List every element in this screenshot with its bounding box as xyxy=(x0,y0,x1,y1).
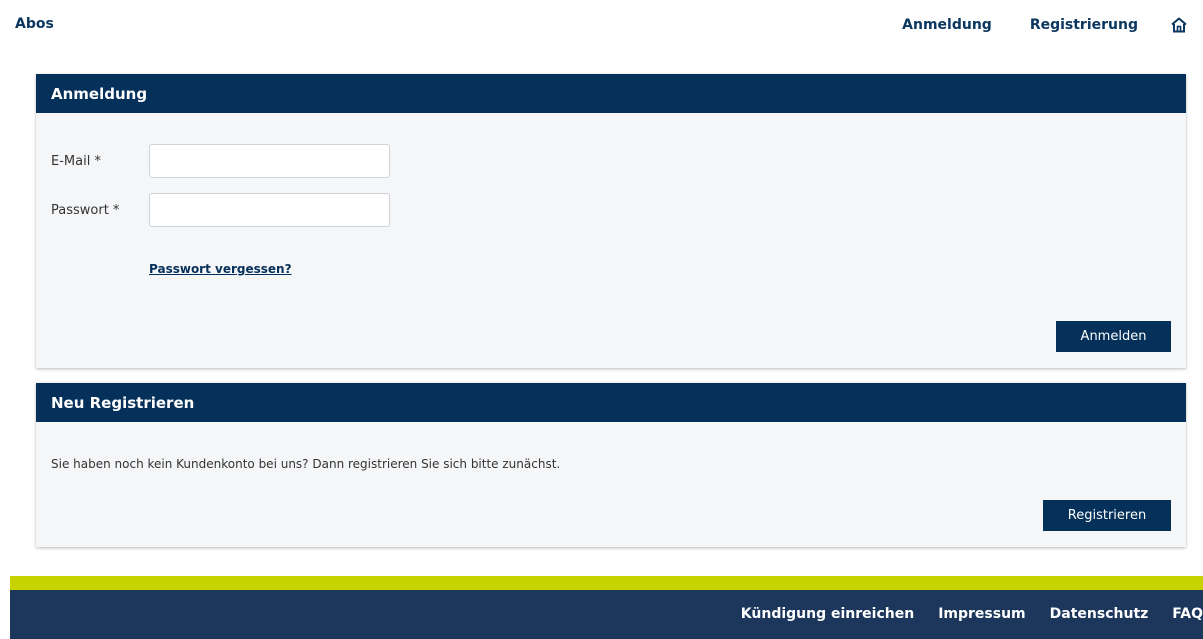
email-label: E-Mail * xyxy=(51,153,101,169)
footer-link-impressum[interactable]: Impressum xyxy=(938,606,1025,622)
nav-link-registrierung[interactable]: Registrierung xyxy=(1030,17,1138,33)
footer-links: Kündigung einreichen Impressum Datenschu… xyxy=(717,606,1203,622)
footer-link-faq[interactable]: FAQ xyxy=(1172,606,1203,622)
footer-link-datenschutz[interactable]: Datenschutz xyxy=(1050,606,1149,622)
login-button[interactable]: Anmelden xyxy=(1056,321,1171,352)
register-button[interactable]: Registrieren xyxy=(1043,500,1171,531)
top-navigation: Abos Anmeldung Registrierung xyxy=(0,0,1203,52)
nav-link-anmeldung[interactable]: Anmeldung xyxy=(902,17,992,33)
nav-links: Anmeldung Registrierung xyxy=(864,16,1188,34)
register-description: Sie haben noch kein Kundenkonto bei uns?… xyxy=(51,457,561,471)
footer-link-kuendigung[interactable]: Kündigung einreichen xyxy=(741,606,914,622)
footer-accent-bar xyxy=(10,576,1203,590)
footer: Kündigung einreichen Impressum Datenschu… xyxy=(10,590,1203,639)
password-label: Passwort * xyxy=(51,202,120,218)
email-field[interactable] xyxy=(149,144,390,178)
home-icon-svg xyxy=(1171,17,1187,33)
email-row: E-Mail * xyxy=(51,144,390,178)
home-icon[interactable] xyxy=(1170,16,1188,34)
password-row: Passwort * xyxy=(51,193,390,227)
login-panel: Anmeldung E-Mail * Passwort * Passwort v… xyxy=(36,74,1186,368)
brand-link-abos[interactable]: Abos xyxy=(15,16,54,32)
register-panel-title: Neu Registrieren xyxy=(36,383,1186,422)
forgot-password-link[interactable]: Passwort vergessen? xyxy=(149,262,292,276)
login-panel-title: Anmeldung xyxy=(36,74,1186,113)
register-panel: Neu Registrieren Sie haben noch kein Kun… xyxy=(36,383,1186,547)
password-field[interactable] xyxy=(149,193,390,227)
